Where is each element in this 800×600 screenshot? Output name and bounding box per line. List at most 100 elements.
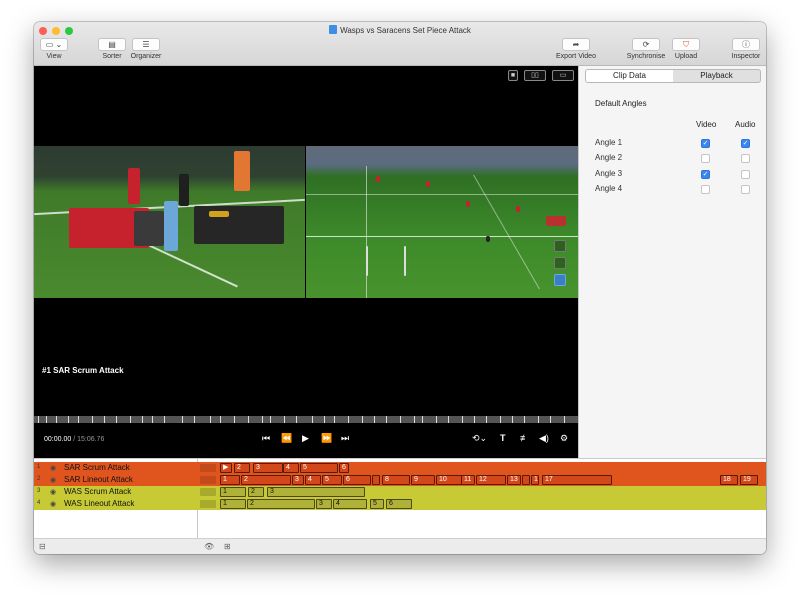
- eye-icon[interactable]: ◉: [50, 476, 56, 484]
- timeline-clip[interactable]: 16: [531, 475, 539, 485]
- tab-clip-data[interactable]: Clip Data: [586, 70, 673, 82]
- video-viewer[interactable]: ■ ▯▯ ▭ #1 SAR Scrum Attack 00:00.00 / 15…: [34, 66, 578, 458]
- window-title: Wasps vs Saracens Set Piece Attack: [340, 26, 471, 35]
- gear-icon[interactable]: ⚙: [560, 433, 568, 444]
- timeline-row[interactable]: 1 ◉ SAR Scrum Attack ▶ 2 3 4 5 6: [34, 462, 766, 474]
- timeline-clip[interactable]: 2: [234, 463, 250, 473]
- angle-video-checkbox[interactable]: ✓: [701, 139, 710, 148]
- timeline-clip[interactable]: 12: [476, 475, 506, 485]
- bottom-bar: ⊟ 👁 ⊞: [34, 538, 766, 554]
- timeline-clip[interactable]: 19: [740, 475, 758, 485]
- synchronise-button[interactable]: ⟳: [632, 38, 660, 51]
- default-angles-heading: Default Angles: [595, 99, 647, 108]
- scrubber-tick: [362, 416, 363, 423]
- circle-tool-icon[interactable]: [554, 240, 566, 252]
- angle-video-checkbox[interactable]: [701, 154, 710, 163]
- video-column-header: Video: [696, 120, 717, 129]
- eye-icon[interactable]: ◉: [50, 500, 56, 508]
- layout-toggle-icon[interactable]: ▯▯: [524, 70, 546, 81]
- timeline-row[interactable]: 4 ◉ WAS Lineout Attack 1 2 3 4 5 6: [34, 498, 766, 510]
- timeline-clip[interactable]: 1: [220, 475, 240, 485]
- scrubber-tick: [414, 416, 415, 423]
- square-tool-icon[interactable]: [554, 257, 566, 269]
- view-button[interactable]: ▭ ⌄: [40, 38, 68, 51]
- scrubber-tick: [38, 416, 39, 423]
- skip-start-icon[interactable]: ⏮: [262, 433, 270, 444]
- overlay-toggle-icon[interactable]: ▭: [552, 70, 574, 81]
- row-name[interactable]: WAS Lineout Attack: [64, 499, 134, 508]
- current-time: 00:00.00: [44, 436, 72, 443]
- timeline-row[interactable]: 2◉SAR Lineout Attack12345689101112131617…: [34, 474, 766, 486]
- upload-button[interactable]: ⛉: [672, 38, 700, 51]
- timeline-clip[interactable]: 3: [292, 475, 304, 485]
- timeline-clip[interactable]: 4: [305, 475, 321, 485]
- timeline-clip[interactable]: 5: [370, 499, 384, 509]
- timeline-clip[interactable]: [372, 475, 380, 485]
- timeline-clip[interactable]: 2: [241, 475, 291, 485]
- sorter-button[interactable]: ▤: [98, 38, 126, 51]
- angle-video-checkbox[interactable]: ✓: [701, 170, 710, 179]
- timeline-clip[interactable]: 2: [247, 499, 315, 509]
- export-video-button[interactable]: ➦: [562, 38, 590, 51]
- add-row-icon[interactable]: ⊟: [39, 542, 46, 551]
- timeline-clip[interactable]: 1: [220, 487, 246, 497]
- timeline-clip[interactable]: 13: [507, 475, 521, 485]
- fast-forward-icon[interactable]: ⏩: [321, 433, 332, 444]
- loop-icon[interactable]: ⟲⌄: [472, 433, 487, 444]
- timeline-clip[interactable]: [522, 475, 530, 485]
- strikethrough-icon[interactable]: ≢: [520, 433, 529, 443]
- inspector-button[interactable]: ⓘ: [732, 38, 760, 51]
- timeline-row[interactable]: 3 ◉ WAS Scrum Attack 1 2 3: [34, 486, 766, 498]
- timeline-clip[interactable]: 18: [720, 475, 738, 485]
- timeline-clip[interactable]: 3: [267, 487, 365, 497]
- volume-icon[interactable]: ◀): [539, 433, 549, 444]
- text-tool-icon[interactable]: T: [500, 433, 506, 443]
- angle-audio-checkbox[interactable]: [741, 185, 750, 194]
- timeline-clip[interactable]: 6: [386, 499, 412, 509]
- row-name[interactable]: SAR Scrum Attack: [64, 463, 130, 472]
- add-clip-icon[interactable]: ⊞: [224, 542, 231, 551]
- scrubber-tick: [210, 416, 211, 423]
- scrubber-tick: [400, 416, 401, 423]
- timeline-clip[interactable]: 2: [248, 487, 264, 497]
- titlebar: Wasps vs Saracens Set Piece Attack ▭ ⌄ V…: [34, 22, 766, 66]
- angle-audio-checkbox[interactable]: [741, 170, 750, 179]
- scrubber-bar[interactable]: [34, 416, 578, 423]
- timeline-clip[interactable]: 4: [333, 499, 367, 509]
- camera-icon[interactable]: ■: [508, 70, 518, 81]
- timeline-clip[interactable]: 6: [343, 475, 371, 485]
- skip-end-icon[interactable]: ⏭: [341, 433, 349, 444]
- timeline-clip[interactable]: 6: [339, 463, 349, 473]
- eye-toggle-icon[interactable]: 👁: [204, 542, 214, 551]
- timeline-clip[interactable]: 5: [322, 475, 342, 485]
- timeline-clip[interactable]: 3: [316, 499, 332, 509]
- rewind-icon[interactable]: ⏪: [281, 433, 292, 444]
- pointer-tool-icon[interactable]: [554, 274, 566, 286]
- scrubber-tick: [46, 416, 47, 423]
- scrubber-tick: [334, 416, 335, 423]
- timeline-clip[interactable]: 8: [382, 475, 410, 485]
- timeline-clip[interactable]: 11: [461, 475, 475, 485]
- row-number: 2: [37, 476, 41, 482]
- tab-playback[interactable]: Playback: [673, 70, 760, 82]
- scrubber-tick: [422, 416, 423, 423]
- row-name[interactable]: SAR Lineout Attack: [64, 475, 133, 484]
- timeline-clip[interactable]: 4: [283, 463, 299, 473]
- audio-column-header: Audio: [735, 120, 756, 129]
- angle-audio-checkbox[interactable]: [741, 154, 750, 163]
- organizer-button[interactable]: ☰: [132, 38, 160, 51]
- angle-audio-checkbox[interactable]: ✓: [741, 139, 750, 148]
- timeline-clip[interactable]: 3: [253, 463, 283, 473]
- timeline-clip[interactable]: ▶: [220, 463, 232, 473]
- eye-icon[interactable]: ◉: [50, 464, 56, 472]
- angle-label: Angle 2: [595, 153, 623, 162]
- play-icon[interactable]: ▶: [302, 433, 309, 444]
- row-name[interactable]: WAS Scrum Attack: [64, 487, 131, 496]
- angle-video-checkbox[interactable]: [701, 185, 710, 194]
- timeline-clip[interactable]: 17: [542, 475, 612, 485]
- timeline-clip[interactable]: 1: [220, 499, 246, 509]
- scrubber-tick: [234, 416, 235, 423]
- timeline-clip[interactable]: 5: [300, 463, 338, 473]
- timeline-clip[interactable]: 9: [411, 475, 435, 485]
- eye-icon[interactable]: ◉: [50, 488, 56, 496]
